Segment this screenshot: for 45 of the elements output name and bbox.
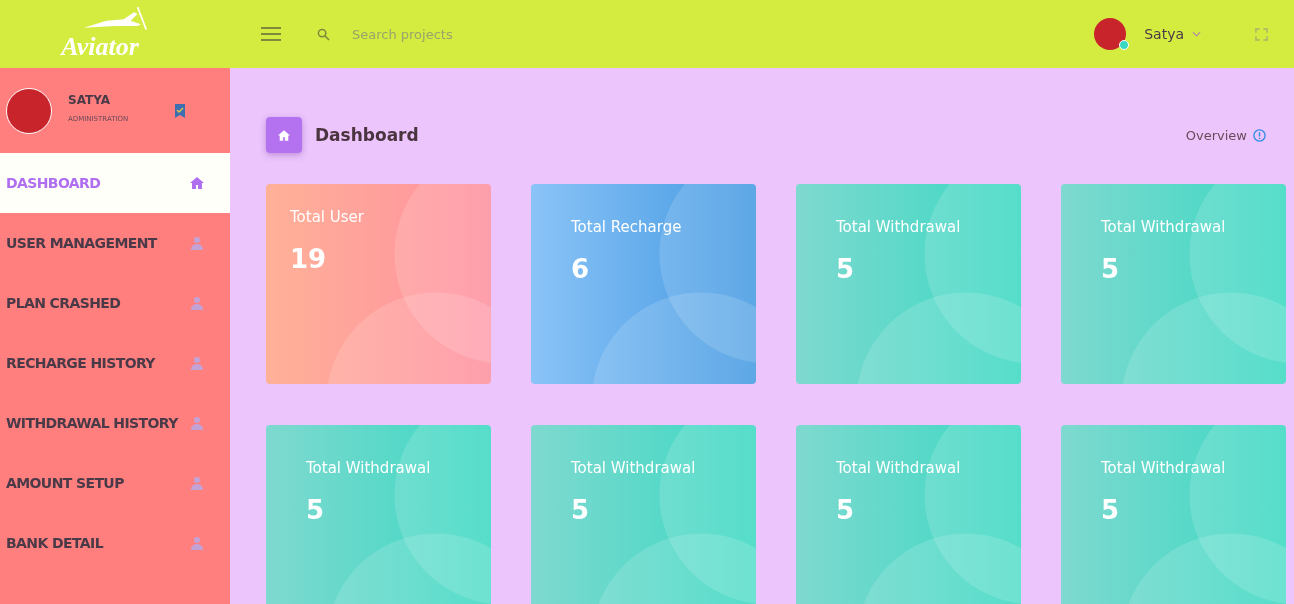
user-icon bbox=[190, 236, 204, 250]
bookmark-icon bbox=[174, 103, 187, 118]
card-title: Total Withdrawal bbox=[1101, 459, 1227, 477]
card-value: 19 bbox=[290, 244, 328, 274]
sidebar-item[interactable]: USER MANAGEMENT bbox=[0, 213, 230, 273]
sidebar-item[interactable]: DASHBOARD bbox=[0, 153, 230, 213]
user-icon bbox=[190, 356, 204, 370]
user-avatar[interactable] bbox=[1094, 18, 1127, 50]
card-title: Total Recharge bbox=[571, 218, 683, 236]
sidebar-item[interactable]: RECHARGE HISTORY bbox=[0, 333, 230, 393]
sidebar-item[interactable]: BANK DETAIL bbox=[0, 513, 230, 573]
card-title: Total Withdrawal bbox=[571, 459, 697, 477]
card-title: Total Withdrawal bbox=[306, 459, 432, 477]
sidebar-item[interactable]: AMOUNT SETUP bbox=[0, 453, 230, 513]
card-title: Total Withdrawal bbox=[836, 218, 962, 236]
card-value: 5 bbox=[1101, 254, 1121, 284]
search-icon[interactable] bbox=[317, 27, 330, 41]
menu-icon[interactable] bbox=[261, 27, 281, 41]
caret-icon[interactable] bbox=[1192, 31, 1201, 37]
overview-link[interactable]: Overview bbox=[1185, 127, 1247, 143]
sidebar-item[interactable]: WITHDRAWAL HISTORY bbox=[0, 393, 230, 453]
info-icon[interactable] bbox=[1253, 128, 1266, 142]
card-value: 5 bbox=[571, 495, 591, 525]
user-icon bbox=[190, 476, 204, 490]
card-value: 6 bbox=[571, 254, 591, 284]
user-icon bbox=[190, 296, 204, 310]
card-title: Total Withdrawal bbox=[1101, 218, 1227, 236]
profile-name: SATYA bbox=[68, 92, 111, 107]
search-field[interactable]: Search projects bbox=[350, 25, 554, 43]
card-value: 5 bbox=[836, 254, 856, 284]
fullscreen-icon[interactable] bbox=[1255, 27, 1268, 41]
home-icon bbox=[190, 176, 204, 190]
page-title: Dashboard bbox=[315, 125, 419, 145]
card-title: Total User bbox=[290, 208, 365, 226]
card-value: 5 bbox=[836, 495, 856, 525]
card-value: 5 bbox=[1101, 495, 1121, 525]
user-icon bbox=[190, 536, 204, 550]
logo-text: Aviator bbox=[61, 33, 139, 61]
user-icon bbox=[190, 416, 204, 430]
card-title: Total Withdrawal bbox=[836, 459, 962, 477]
user-name[interactable]: Satya bbox=[1144, 26, 1184, 42]
home-icon bbox=[266, 117, 302, 153]
sidebar-item[interactable]: PLAN CRASHED bbox=[0, 273, 230, 333]
profile-avatar bbox=[6, 87, 52, 134]
card-value: 5 bbox=[306, 495, 326, 525]
